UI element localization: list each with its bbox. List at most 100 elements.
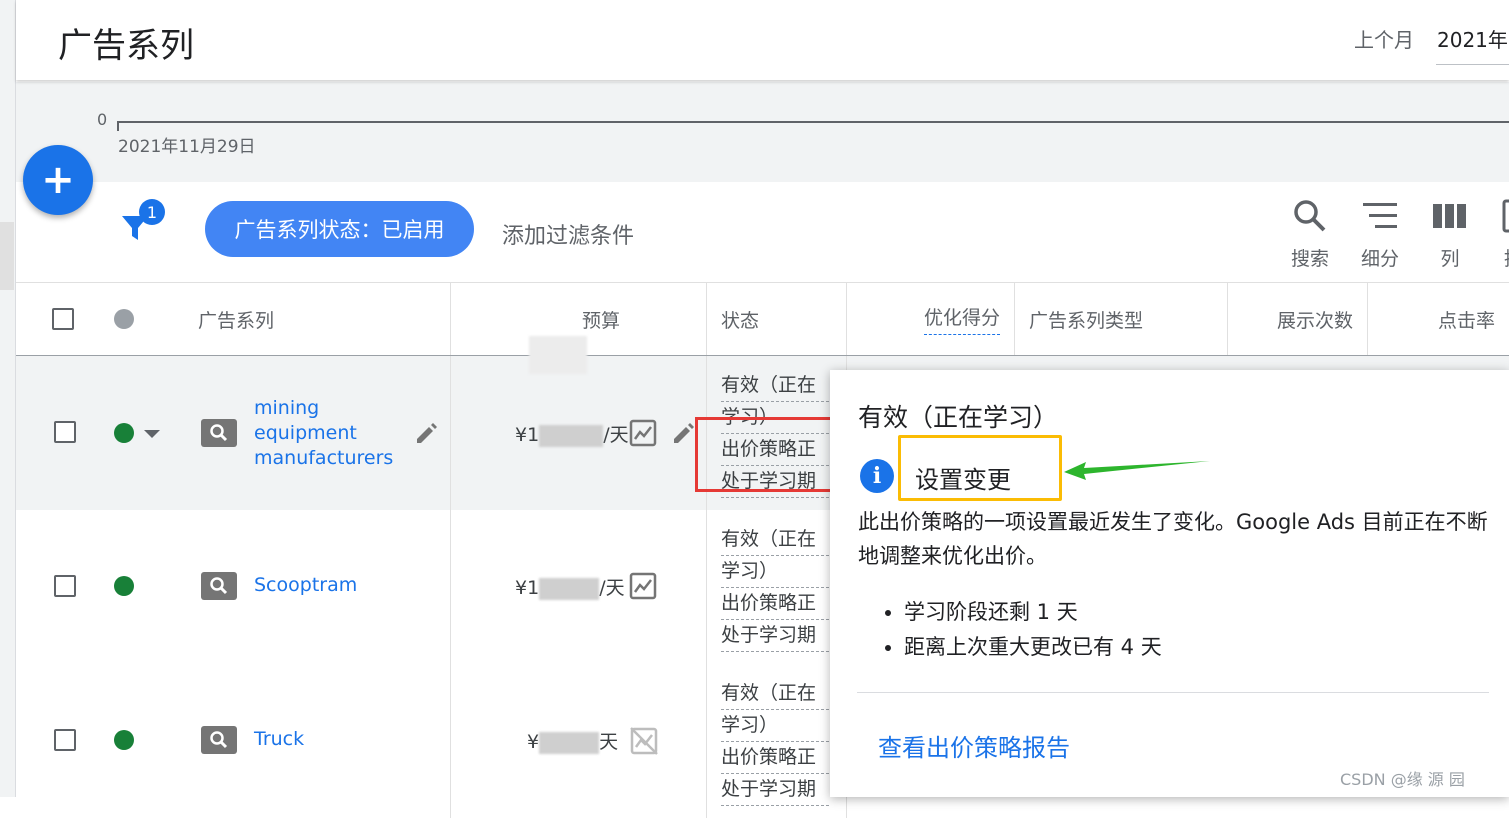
filter-bar: 1 广告系列状态：已启用 添加过滤条件 搜索 细分 列 推 <box>16 182 1509 282</box>
column-header-optimization-score[interactable]: 优化得分 <box>846 283 1014 355</box>
status-text[interactable]: 有效（正在 学习） 出价策略正 处于学习期 <box>721 524 829 652</box>
bid-strategy-report-link[interactable]: 查看出价策略报告 <box>878 728 1070 763</box>
redaction-patch <box>529 336 587 374</box>
column-header-status[interactable]: 状态 <box>706 283 846 355</box>
popup-bullet: 学习阶段还剩 1 天 <box>904 595 1162 630</box>
budget-redacted <box>539 424 604 447</box>
budget-suffix: /天 <box>603 424 629 446</box>
status-line: 有效（正在 <box>721 678 829 710</box>
budget-cell: ¥1/天 <box>450 510 706 664</box>
budget-prefix: ¥1 <box>515 577 540 599</box>
campaign-status-filter-chip[interactable]: 广告系列状态：已启用 <box>205 201 474 257</box>
budget-prefix: ¥1 <box>515 424 540 446</box>
status-line: 出价策略正 <box>721 742 829 774</box>
chevron-down-icon[interactable] <box>144 430 160 438</box>
watermark: CSDN @缘 源 园 <box>1340 770 1465 789</box>
budget-value[interactable]: ¥1/天 <box>515 573 625 600</box>
status-line: 有效（正在 <box>721 524 829 556</box>
more-tool-label: 推 <box>1482 244 1509 271</box>
page-header: 广告系列 上个月 2021年 <box>16 0 1509 80</box>
chart-y-axis-zero: 0 <box>97 110 108 129</box>
budget-prefix: ¥ <box>527 731 540 753</box>
status-line: 学习） <box>721 710 829 742</box>
status-cell: 有效（正在 学习） 出价策略正 处于学习期 <box>706 510 846 664</box>
popup-bullets: 学习阶段还剩 1 天 距离上次重大更改已有 4 天 <box>878 595 1162 665</box>
search-tool-label: 搜索 <box>1290 248 1329 270</box>
date-range-label: 上个月 <box>1354 28 1414 52</box>
budget-cell: ¥1/天 <box>450 336 706 510</box>
columns-icon <box>1420 198 1480 234</box>
popup-divider <box>857 692 1489 693</box>
column-header-campaign-type[interactable]: 广告系列类型 <box>1014 283 1227 355</box>
no-chart-icon[interactable] <box>629 726 659 760</box>
status-tooltip-popup: 有效（正在学习） i 设置变更 此出价策略的一项设置最近发生了变化。Google… <box>830 370 1509 797</box>
column-header-ctr[interactable]: 点击率 <box>1367 283 1509 355</box>
annotation-red-box <box>695 417 843 492</box>
info-icon: i <box>860 459 894 493</box>
status-dot-enabled[interactable] <box>114 730 134 750</box>
budget-redacted <box>539 577 600 600</box>
plus-icon: + <box>41 157 75 203</box>
column-header-impressions[interactable]: 展示次数 <box>1227 283 1367 355</box>
column-header-optimization-score-label: 优化得分 <box>923 303 1000 335</box>
status-line: 处于学习期 <box>721 620 829 652</box>
change-title: 设置变更 <box>915 466 1011 494</box>
budget-suffix: 天 <box>599 731 619 753</box>
popup-bullet: 距离上次重大更改已有 4 天 <box>904 630 1162 665</box>
search-campaign-icon <box>201 726 237 754</box>
columns-tool-button[interactable]: 列 <box>1420 198 1480 271</box>
segment-tool-button[interactable]: 细分 <box>1350 198 1410 271</box>
search-campaign-icon <box>201 572 237 600</box>
status-line: 学习） <box>721 556 829 588</box>
chart-icon[interactable] <box>629 419 657 451</box>
edit-budget-icon[interactable] <box>671 420 697 450</box>
search-campaign-icon <box>201 419 237 447</box>
status-line: 处于学习期 <box>721 774 829 806</box>
left-nav-scroll-thumb[interactable] <box>0 222 14 290</box>
report-icon <box>1482 198 1509 234</box>
status-dot-header-cell <box>114 283 138 355</box>
add-campaign-button[interactable]: + <box>23 145 93 215</box>
budget-value[interactable]: ¥ 天 <box>527 727 618 754</box>
column-header-campaign[interactable]: 广告系列 <box>198 283 450 355</box>
row-checkbox[interactable] <box>54 421 76 443</box>
performance-chart: 0 2021年11月29日 <box>16 82 1509 182</box>
columns-tool-label: 列 <box>1440 248 1460 270</box>
select-all-checkbox[interactable] <box>52 308 74 330</box>
popup-description: 此出价策略的一项设置最近发生了变化。Google Ads 目前正在不断地调整来优… <box>858 510 1488 568</box>
add-filter-button[interactable]: 添加过滤条件 <box>502 218 634 250</box>
chart-x-axis-tick <box>117 121 119 131</box>
more-tool-button[interactable]: 推 <box>1482 198 1509 271</box>
filter-count-badge: 1 <box>139 199 165 225</box>
edit-icon[interactable] <box>414 420 440 450</box>
budget-cell: ¥ 天 <box>450 664 706 818</box>
status-cell: 有效（正在 学习） 出价策略正 处于学习期 <box>706 664 846 818</box>
date-range-underline <box>1436 64 1509 65</box>
campaign-name-link[interactable]: Scooptram <box>254 573 357 598</box>
row-checkbox[interactable] <box>54 729 76 751</box>
status-line: 有效（正在 <box>721 370 829 402</box>
segment-icon <box>1350 198 1410 234</box>
status-dot-header[interactable] <box>114 309 134 329</box>
budget-redacted <box>539 731 600 754</box>
date-range-picker[interactable]: 2021年 <box>1437 24 1508 53</box>
chart-x-axis-date: 2021年11月29日 <box>118 137 256 157</box>
campaign-name-link[interactable]: Truck <box>254 727 304 752</box>
popup-title: 有效（正在学习） <box>858 403 1059 432</box>
status-text[interactable]: 有效（正在 学习） 出价策略正 处于学习期 <box>721 678 829 806</box>
search-icon <box>1280 198 1340 234</box>
table-header: 广告系列 预算 状态 优化得分 广告系列类型 展示次数 点击率 <box>16 282 1509 357</box>
annotation-green-arrow <box>1064 461 1210 480</box>
page-title: 广告系列 <box>58 26 194 66</box>
status-dot-enabled[interactable] <box>114 576 134 596</box>
row-checkbox[interactable] <box>54 575 76 597</box>
budget-suffix: /天 <box>599 577 625 599</box>
chart-icon[interactable] <box>629 572 657 604</box>
campaign-name-link[interactable]: mining equipment manufacturers <box>254 396 404 471</box>
search-tool-button[interactable]: 搜索 <box>1280 198 1340 271</box>
status-dot-enabled[interactable] <box>114 423 134 443</box>
status-line: 出价策略正 <box>721 588 829 620</box>
select-all-cell <box>52 283 82 355</box>
budget-value[interactable]: ¥1/天 <box>515 420 629 447</box>
segment-tool-label: 细分 <box>1360 248 1399 270</box>
